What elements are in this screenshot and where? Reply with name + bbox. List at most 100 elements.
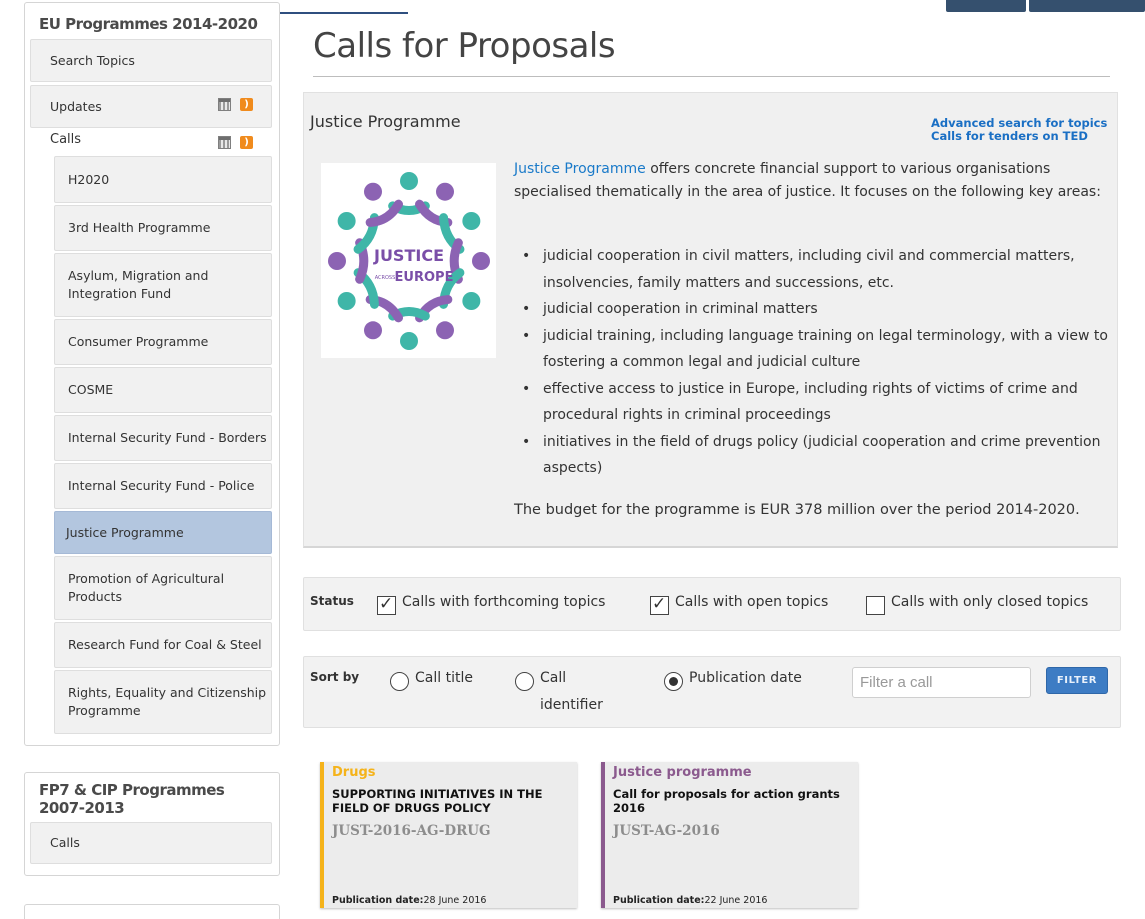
sort-publication-date-radio[interactable] xyxy=(664,672,683,691)
list-item: judicial cooperation in criminal matters xyxy=(514,296,1118,323)
sidebar-item-label: Internal Security Fund - Borders xyxy=(68,430,267,445)
sidebar-item-cosme[interactable]: COSME xyxy=(54,367,272,413)
page-title: Calls for Proposals xyxy=(313,26,616,66)
sidebar-item-label: Rights, Equality and Citizenship Program… xyxy=(68,685,267,718)
status-label: Status xyxy=(310,594,354,608)
call-card-justice[interactable]: Justice programme Call for proposals for… xyxy=(601,762,858,908)
filter-button[interactable]: FILTER xyxy=(1046,667,1108,694)
forthcoming-topics-checkbox[interactable] xyxy=(377,594,396,615)
card-publication-date: Publication date:28 June 2016 xyxy=(332,895,486,906)
logo-figure-head xyxy=(462,292,481,310)
logo-figure-head xyxy=(436,182,454,201)
sidebar-item-updates[interactable]: Updates xyxy=(30,85,272,128)
sidebar-calls-heading[interactable]: Calls xyxy=(50,132,81,147)
logo-figure-head xyxy=(328,252,346,270)
sidebar-item-label: Calls xyxy=(50,835,80,850)
logo-figure-head xyxy=(364,182,382,201)
card-category: Justice programme xyxy=(613,765,752,780)
eu-programmes-title: EU Programmes 2014-2020 xyxy=(39,15,258,33)
logo-figure-head xyxy=(462,212,481,230)
sidebar-item-label: COSME xyxy=(68,382,114,397)
sidebar-item-coal-steel[interactable]: Research Fund for Coal & Steel xyxy=(54,622,272,668)
sidebar-item-label: Updates xyxy=(50,98,102,114)
sidebar-item-label: H2020 xyxy=(68,171,110,187)
filter-call-input[interactable] xyxy=(852,667,1031,698)
list-item: judicial cooperation in civil matters, i… xyxy=(514,243,1118,296)
programme-description: Justice Programme offers concrete financ… xyxy=(514,158,1104,204)
top-toolbar xyxy=(946,0,1145,12)
sort-call-title-radio[interactable] xyxy=(390,672,409,691)
logo-figure-head xyxy=(337,212,356,230)
sidebar-panel-next xyxy=(24,904,280,919)
closed-topics-checkbox[interactable] xyxy=(866,596,885,615)
sort-call-title-label[interactable]: Call title xyxy=(415,665,473,691)
sidebar-item-asylum-migration[interactable]: Asylum, Migration and Integration Fund xyxy=(54,253,272,317)
calendar-icon[interactable] xyxy=(218,98,231,111)
sidebar-item-justice[interactable]: Justice Programme xyxy=(54,511,272,554)
sidebar-item-label: Asylum, Migration and Integration Fund xyxy=(68,268,209,301)
card-identifier: JUST-2016-AG-DRUG xyxy=(332,823,491,839)
sidebar-item-label: 3rd Health Programme xyxy=(68,220,211,235)
logo-text-justice: JUSTICE xyxy=(373,246,444,265)
logo-text-europe: EUROPE xyxy=(395,270,454,285)
card-title[interactable]: Call for proposals for action grants 201… xyxy=(613,787,853,815)
sidebar-item-3rd-health[interactable]: 3rd Health Programme xyxy=(54,205,272,251)
card-pub-date: 28 June 2016 xyxy=(423,895,487,906)
list-item: judicial training, including language tr… xyxy=(514,323,1118,376)
budget-text: The budget for the programme is EUR 378 … xyxy=(514,502,1080,518)
sort-publication-date-label[interactable]: Publication date xyxy=(689,665,802,691)
closed-topics-label[interactable]: Calls with only closed topics xyxy=(891,589,1088,615)
logo-figure-head xyxy=(337,292,356,310)
sidebar-item-rights-equality[interactable]: Rights, Equality and Citizenship Program… xyxy=(54,670,272,734)
programme-heading: Justice Programme xyxy=(310,112,461,131)
sort-call-identifier-radio[interactable] xyxy=(515,672,534,691)
list-item: initiatives in the field of drugs policy… xyxy=(514,429,1118,482)
sidebar-item-consumer[interactable]: Consumer Programme xyxy=(54,319,272,365)
open-topics-label[interactable]: Calls with open topics xyxy=(675,589,828,615)
card-pub-label: Publication date: xyxy=(332,895,424,906)
sidebar-item-label: Justice Programme xyxy=(66,524,184,540)
card-category: Drugs xyxy=(332,765,376,780)
sidebar-item-search-topics[interactable]: Search Topics xyxy=(30,39,272,82)
advanced-links: Advanced search for topics Calls for ten… xyxy=(931,117,1107,143)
list-item: effective access to justice in Europe, i… xyxy=(514,376,1118,429)
top-toolbar-button-1[interactable] xyxy=(946,0,1026,12)
sidebar-item-label: Consumer Programme xyxy=(68,334,209,349)
justice-programme-logo: JUSTICE ACROSS EUROPE xyxy=(321,163,496,358)
card-publication-date: Publication date:22 June 2016 xyxy=(613,895,767,906)
forthcoming-topics-label[interactable]: Calls with forthcoming topics xyxy=(402,589,605,615)
logo-figure-head xyxy=(436,321,454,340)
justice-logo-graphic: JUSTICE ACROSS EUROPE xyxy=(328,172,490,350)
sort-call-identifier-label-1[interactable]: Call xyxy=(540,665,566,691)
top-toolbar-button-2[interactable] xyxy=(1029,0,1145,12)
sidebar-item-label: Promotion of Agricultural Products xyxy=(68,571,225,604)
card-pub-label: Publication date: xyxy=(613,895,705,906)
sidebar-item-label: Research Fund for Coal & Steel xyxy=(68,637,262,652)
sidebar-item-isf-borders[interactable]: Internal Security Fund - Borders xyxy=(54,415,272,461)
logo-figure-head xyxy=(364,321,382,340)
title-divider xyxy=(313,76,1110,77)
key-areas-list: judicial cooperation in civil matters, i… xyxy=(514,243,1118,482)
rss-icon[interactable]: ) xyxy=(240,136,253,149)
logo-figure-head xyxy=(472,252,490,270)
card-title[interactable]: SUPPORTING INITIATIVES IN THE FIELD OF D… xyxy=(332,787,572,815)
sidebar-item-isf-police[interactable]: Internal Security Fund - Police xyxy=(54,463,272,509)
card-pub-date: 22 June 2016 xyxy=(704,895,768,906)
fp7-programmes-title: FP7 & CIP Programmes 2007-2013 xyxy=(39,781,225,817)
sidebar-item-h2020[interactable]: H2020 xyxy=(54,156,272,203)
calendar-icon[interactable] xyxy=(218,136,231,149)
logo-figure-head xyxy=(400,332,418,350)
sidebar-item-label: Internal Security Fund - Police xyxy=(68,478,255,493)
justice-programme-link[interactable]: Justice Programme xyxy=(514,161,646,177)
sidebar-item-fp7-calls[interactable]: Calls xyxy=(30,822,272,864)
call-card-drugs[interactable]: Drugs SUPPORTING INITIATIVES IN THE FIEL… xyxy=(320,762,577,908)
card-identifier: JUST-AG-2016 xyxy=(613,823,720,839)
tenders-on-ted-link[interactable]: Calls for tenders on TED xyxy=(931,130,1107,143)
sort-label: Sort by xyxy=(310,670,360,684)
open-topics-checkbox[interactable] xyxy=(650,594,669,615)
sidebar-item-agricultural[interactable]: Promotion of Agricultural Products xyxy=(54,556,272,620)
logo-figure-head xyxy=(400,172,418,190)
sort-call-identifier-label-2[interactable]: identifier xyxy=(540,692,603,718)
rss-icon[interactable]: ) xyxy=(240,98,253,111)
sidebar-item-label: Search Topics xyxy=(50,52,135,68)
